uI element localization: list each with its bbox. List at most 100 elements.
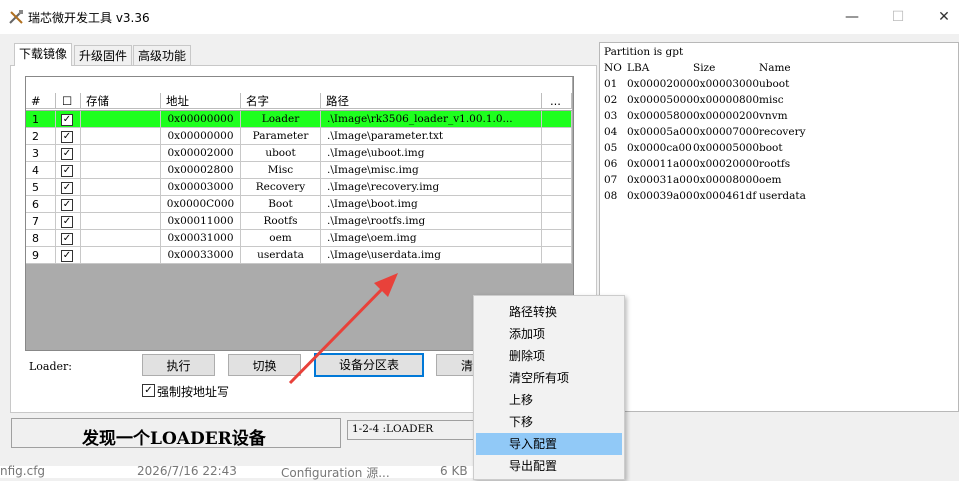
row-more[interactable] xyxy=(542,230,572,247)
row-more[interactable] xyxy=(542,111,572,128)
menu-item-move-up[interactable]: 上移 xyxy=(476,389,622,411)
row-name[interactable]: Parameter xyxy=(241,128,321,145)
partition-name: vnvm xyxy=(759,110,788,122)
row-more[interactable] xyxy=(542,247,572,264)
row-checkbox[interactable]: ✓ xyxy=(61,250,73,262)
row-checkbox[interactable]: ✓ xyxy=(61,148,73,160)
table-row-rootfs[interactable]: 7 ✓ 0x00011000 Rootfs .\Image\rootfs.img xyxy=(26,213,572,230)
col-path[interactable]: 路径 xyxy=(321,93,542,109)
menu-item-import-config[interactable]: 导入配置 xyxy=(476,433,622,455)
row-path[interactable]: .\Image\recovery.img xyxy=(321,179,542,196)
row-address[interactable]: 0x00002000 xyxy=(161,145,241,162)
menu-item-delete-item[interactable]: 删除项 xyxy=(476,345,622,367)
row-checkbox-cell: ✓ xyxy=(56,145,81,162)
table-row-oem[interactable]: 8 ✓ 0x00031000 oem .\Image\oem.img xyxy=(26,230,572,247)
row-storage[interactable] xyxy=(81,162,161,179)
row-more[interactable] xyxy=(542,145,572,162)
table-row-uboot[interactable]: 3 ✓ 0x00002000 uboot .\Image\uboot.img xyxy=(26,145,572,162)
partition-no: 03 xyxy=(604,110,618,122)
partition-col-name: Name xyxy=(759,62,791,74)
row-storage[interactable] xyxy=(81,179,161,196)
row-name[interactable]: Recovery xyxy=(241,179,321,196)
partition-name: recovery xyxy=(759,126,806,138)
row-storage[interactable] xyxy=(81,111,161,128)
table-row-recovery[interactable]: 5 ✓ 0x00003000 Recovery .\Image\recovery.img xyxy=(26,179,572,196)
row-address[interactable]: 0x00002800 xyxy=(161,162,241,179)
row-path[interactable]: .\Image\rootfs.img xyxy=(321,213,542,230)
run-button[interactable]: 执行 xyxy=(142,354,215,376)
row-more[interactable] xyxy=(542,196,572,213)
row-checkbox[interactable]: ✓ xyxy=(61,114,73,126)
row-number: 3 xyxy=(26,145,56,162)
row-address[interactable]: 0x00011000 xyxy=(161,213,241,230)
row-name[interactable]: userdata xyxy=(241,247,321,264)
row-checkbox-cell: ✓ xyxy=(56,179,81,196)
row-more[interactable] xyxy=(542,128,572,145)
partition-name: misc xyxy=(759,94,784,106)
col-storage[interactable]: 存储 xyxy=(81,93,161,109)
row-address[interactable]: 0x00000000 xyxy=(161,128,241,145)
table-row-userdata[interactable]: 9 ✓ 0x00033000 userdata .\Image\userdata.img xyxy=(26,247,572,264)
row-storage[interactable] xyxy=(81,196,161,213)
force-address-checkbox[interactable]: ✓ xyxy=(142,384,155,397)
row-name[interactable]: Rootfs xyxy=(241,213,321,230)
table-row-boot[interactable]: 6 ✓ 0x0000C000 Boot .\Image\boot.img xyxy=(26,196,572,213)
row-more[interactable] xyxy=(542,213,572,230)
col-number[interactable]: # xyxy=(26,93,56,109)
row-name[interactable]: Boot xyxy=(241,196,321,213)
row-more[interactable] xyxy=(542,179,572,196)
row-checkbox[interactable]: ✓ xyxy=(61,165,73,177)
row-path[interactable]: .\Image\oem.img xyxy=(321,230,542,247)
row-checkbox[interactable]: ✓ xyxy=(61,182,73,194)
close-button[interactable]: ✕ xyxy=(921,0,959,34)
row-name[interactable]: uboot xyxy=(241,145,321,162)
row-storage[interactable] xyxy=(81,213,161,230)
menu-item-export-config[interactable]: 导出配置 xyxy=(476,455,622,477)
maximize-button[interactable]: ☐ xyxy=(875,0,921,34)
table-row-loader[interactable]: 1 ✓ 0x00000000 Loader .\Image\rk3506_loader_… xyxy=(26,111,572,128)
row-path[interactable]: .\Image\misc.img xyxy=(321,162,542,179)
row-storage[interactable] xyxy=(81,230,161,247)
row-path[interactable]: .\Image\boot.img xyxy=(321,196,542,213)
partition-header: Partition is gpt xyxy=(604,46,684,58)
col-select-all[interactable]: ☐ xyxy=(56,93,81,109)
table-row-misc[interactable]: 4 ✓ 0x00002800 Misc .\Image\misc.img xyxy=(26,162,572,179)
partition-name: boot xyxy=(759,142,783,154)
row-checkbox[interactable]: ✓ xyxy=(61,216,73,228)
row-address[interactable]: 0x00031000 xyxy=(161,230,241,247)
col-more[interactable]: ... xyxy=(542,93,572,109)
col-name[interactable]: 名字 xyxy=(241,93,321,109)
tab-upgrade-firmware[interactable]: 升级固件 xyxy=(74,45,133,66)
row-checkbox[interactable]: ✓ xyxy=(61,233,73,245)
row-checkbox[interactable]: ✓ xyxy=(61,131,73,143)
row-name[interactable]: Loader xyxy=(241,111,321,128)
row-name[interactable]: Misc xyxy=(241,162,321,179)
row-address[interactable]: 0x00000000 xyxy=(161,111,241,128)
row-path[interactable]: .\Image\uboot.img xyxy=(321,145,542,162)
col-address[interactable]: 地址 xyxy=(161,93,241,109)
row-checkbox[interactable]: ✓ xyxy=(61,199,73,211)
partition-name: oem xyxy=(759,174,782,186)
row-storage[interactable] xyxy=(81,247,161,264)
partition-no: 04 xyxy=(604,126,618,138)
row-address[interactable]: 0x0000C000 xyxy=(161,196,241,213)
partition-no: 02 xyxy=(604,94,618,106)
tab-download-image[interactable]: 下载镜像 xyxy=(14,43,73,66)
row-storage[interactable] xyxy=(81,128,161,145)
row-path[interactable]: .\Image\rk3506_loader_v1.00.1.0... xyxy=(321,111,542,128)
row-more[interactable] xyxy=(542,162,572,179)
row-address[interactable]: 0x00003000 xyxy=(161,179,241,196)
tab-advanced[interactable]: 高级功能 xyxy=(133,45,192,66)
menu-item-path-convert[interactable]: 路径转换 xyxy=(476,301,622,323)
row-name[interactable]: oem xyxy=(241,230,321,247)
row-address[interactable]: 0x00033000 xyxy=(161,247,241,264)
table-row-parameter[interactable]: 2 ✓ 0x00000000 Parameter .\Image\parameter.t… xyxy=(26,128,572,145)
row-storage[interactable] xyxy=(81,145,161,162)
minimize-button[interactable]: — xyxy=(829,0,875,34)
menu-item-clear-all-items[interactable]: 清空所有项 xyxy=(476,367,622,389)
row-number: 2 xyxy=(26,128,56,145)
row-path[interactable]: .\Image\parameter.txt xyxy=(321,128,542,145)
menu-item-move-down[interactable]: 下移 xyxy=(476,411,622,433)
row-path[interactable]: .\Image\userdata.img xyxy=(321,247,542,264)
menu-item-add-item[interactable]: 添加项 xyxy=(476,323,622,345)
